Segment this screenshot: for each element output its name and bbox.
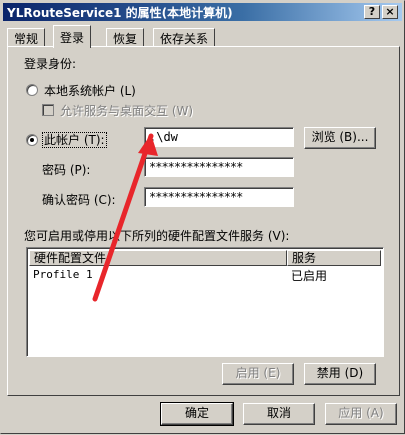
enable-button[interactable]: 启用 (E)	[222, 363, 294, 385]
confirm-password-label: 确认密码 (C):	[42, 193, 116, 207]
window-title: YLRouteService1 的属性(本地计算机)	[7, 6, 233, 20]
logon-as-label: 登录身份:	[24, 57, 77, 71]
confirm-password-input[interactable]: ***************	[144, 187, 294, 207]
allow-desktop-label: 允许服务与桌面交互 (W)	[60, 104, 194, 118]
properties-dialog: YLRouteService1 的属性(本地计算机) ? × 常规 登录 恢复 …	[0, 0, 405, 434]
logon-tab-panel: 登录身份: 本地系统帐户 (L) 允许服务与桌面交互 (W) 此帐户 (T): …	[7, 46, 400, 396]
cancel-button[interactable]: 取消	[243, 403, 315, 425]
password-input[interactable]: ***************	[144, 157, 294, 177]
this-account-radio[interactable]	[26, 134, 38, 146]
tab-logon-label: 登录	[60, 31, 85, 45]
close-button[interactable]: ×	[382, 5, 398, 19]
disable-button[interactable]: 禁用 (D)	[304, 363, 376, 385]
this-account-label-text: 此帐户 (T):	[42, 132, 107, 148]
local-system-radio[interactable]	[26, 84, 38, 96]
column-header-profile[interactable]: 硬件配置文件	[29, 250, 287, 266]
local-system-label[interactable]: 本地系统帐户 (L)	[44, 82, 136, 99]
hardware-profile-description: 您可启用或停用以下所列的硬件配置文件服务 (V):	[24, 229, 290, 243]
tab-logon[interactable]: 登录	[53, 25, 92, 48]
ok-button[interactable]: 确定	[160, 402, 234, 426]
service-status-cell[interactable]: 已启用	[291, 267, 327, 284]
hardware-profile-list[interactable]: 硬件配置文件 服务 Profile 1 已启用	[26, 247, 384, 357]
tab-general[interactable]: 常规	[7, 28, 46, 47]
column-header-service[interactable]: 服务	[287, 250, 381, 266]
profile-cell[interactable]: Profile 1	[33, 268, 93, 281]
tab-recovery[interactable]: 恢复	[106, 28, 145, 47]
apply-button[interactable]: 应用 (A)	[325, 403, 397, 425]
account-input[interactable]: .\dw	[144, 127, 294, 147]
this-account-label[interactable]: 此帐户 (T):	[42, 131, 107, 148]
allow-desktop-checkbox[interactable]	[42, 104, 54, 116]
browse-button[interactable]: 浏览 (B)...	[304, 127, 376, 149]
tab-dependencies[interactable]: 依存关系	[153, 28, 216, 47]
password-label: 密码 (P):	[42, 163, 91, 177]
title-bar[interactable]: YLRouteService1 的属性(本地计算机) ? ×	[3, 3, 402, 21]
help-button[interactable]: ?	[364, 5, 380, 19]
radio-selected-dot	[30, 138, 34, 142]
